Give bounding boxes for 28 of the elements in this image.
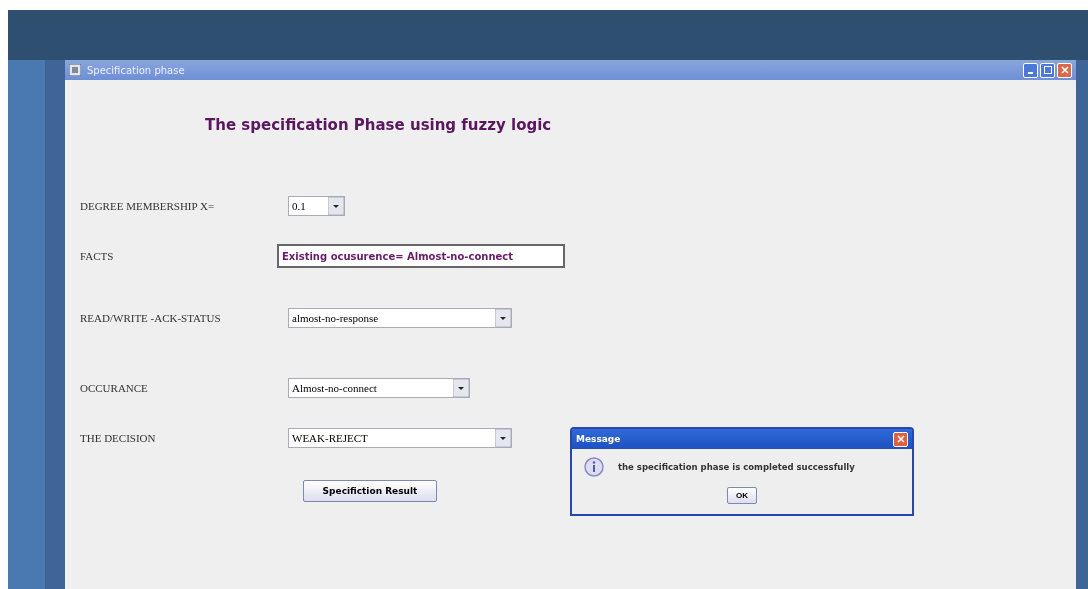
dropdown[interactable]: almost-no-response [288,308,512,328]
ok-button[interactable]: OK [727,487,757,504]
close-button[interactable] [893,431,908,447]
dialog-title: Message [576,434,621,444]
dropdown-arrow-icon [328,197,344,215]
info-icon [584,457,604,477]
dropdown-arrow-icon [495,309,511,327]
dropdown-arrow-icon [453,379,469,397]
dropdown[interactable]: WEAK-REJECT [288,428,512,448]
minimize-button[interactable] [1023,62,1038,78]
close-button[interactable] [1057,62,1072,78]
field-label: THE DECISION [80,432,157,444]
form-heading: The specification Phase using fuzzy logic [205,116,553,134]
dialog-message: the specification phase is completed successfully [618,462,855,472]
close-icon [1060,66,1069,74]
maximize-button[interactable] [1040,62,1055,78]
text-field[interactable]: Existing ocusurence= Almost-no-connect [277,244,565,268]
result-button[interactable]: Specifiction Result [303,480,437,502]
dropdown[interactable]: 0.1 [288,196,345,216]
dropdown[interactable]: Almost-no-connect [288,378,470,398]
field-label: READ/WRITE -ACK-STATUS [80,312,222,324]
window-title: Specification phase [87,64,185,76]
dropdown-arrow-icon [495,429,511,447]
maximize-icon [1043,66,1052,74]
app-icon [69,64,81,76]
field-label: DEGREE MEMBERSHIP X= [80,200,216,212]
close-icon [896,435,905,443]
field-label: OCCURANCE [80,382,149,394]
